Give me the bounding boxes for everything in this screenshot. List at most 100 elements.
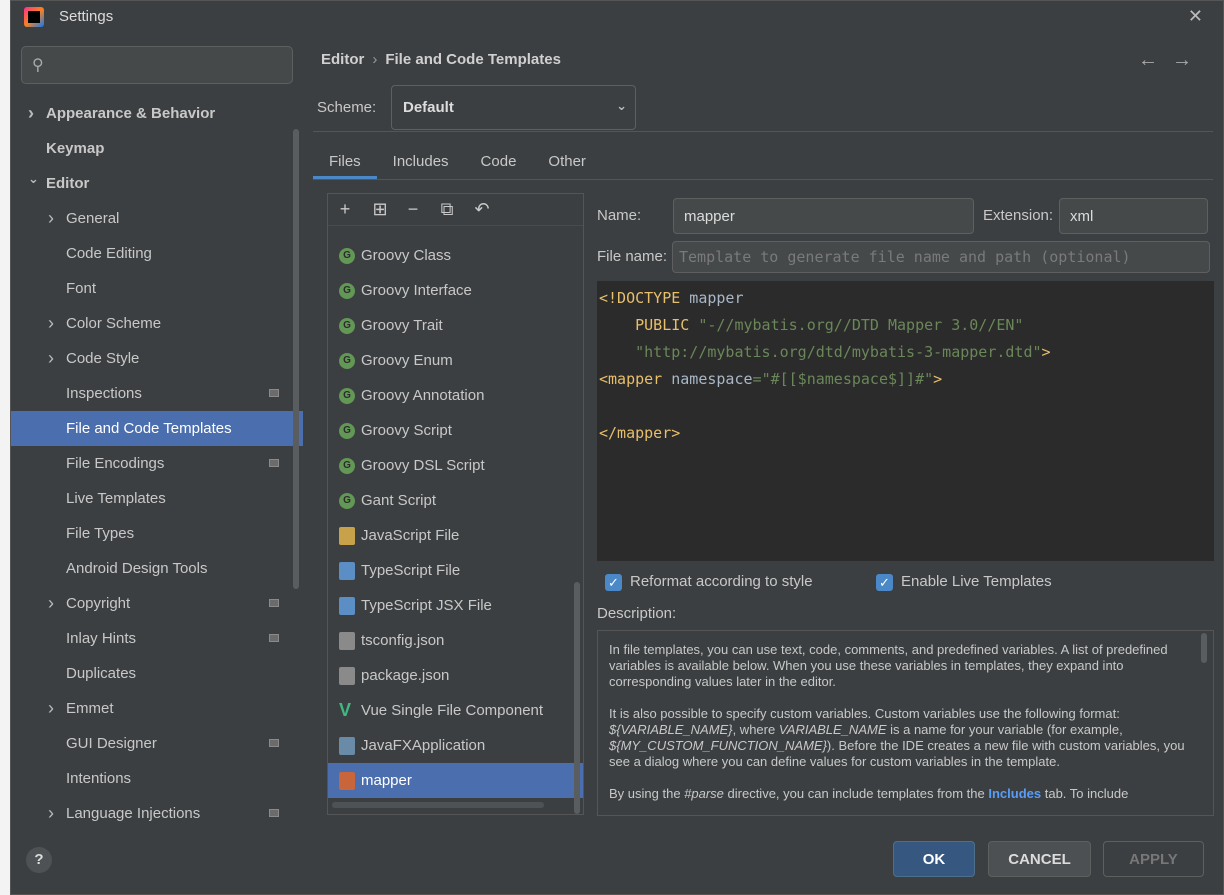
- template-list-item[interactable]: G Groovy Interface: [328, 273, 583, 308]
- template-list-item[interactable]: G Groovy Annotation: [328, 378, 583, 413]
- template-item-label: Groovy Script: [361, 422, 452, 439]
- sidebar-item[interactable]: Code Editing: [11, 236, 303, 271]
- template-list-item[interactable]: G Groovy Trait: [328, 308, 583, 343]
- apply-button[interactable]: APPLY: [1103, 841, 1204, 877]
- close-icon[interactable]: ✕: [1188, 6, 1203, 27]
- chevron-right-icon[interactable]: ›: [48, 201, 60, 236]
- code-token: <mapper: [599, 370, 663, 388]
- sidebar-item[interactable]: › Language Injections: [11, 796, 303, 831]
- chevron-right-icon[interactable]: ›: [48, 691, 60, 726]
- template-list-item[interactable]: TypeScript File: [328, 553, 583, 588]
- tab-code[interactable]: Code: [465, 145, 533, 179]
- remove-icon[interactable]: −: [401, 197, 425, 221]
- sidebar-item[interactable]: Intentions: [11, 761, 303, 796]
- includes-link[interactable]: Includes: [988, 786, 1041, 801]
- code-token: <!DOCTYPE: [599, 289, 681, 307]
- template-list-item[interactable]: G Gant Script: [328, 483, 583, 518]
- sidebar-item[interactable]: ⌄ Editor: [11, 166, 303, 201]
- sidebar-item[interactable]: GUI Designer: [11, 726, 303, 761]
- text: directive, you can include templates fro…: [723, 786, 989, 801]
- chevron-right-icon[interactable]: ›: [28, 96, 40, 131]
- sidebar-item[interactable]: Android Design Tools: [11, 551, 303, 586]
- help-button[interactable]: ?: [26, 847, 52, 873]
- sidebar-item-label: Live Templates: [66, 490, 166, 507]
- chevron-down-icon: ⌄: [616, 98, 627, 113]
- template-list-item[interactable]: mapper: [328, 763, 583, 798]
- extension-label: Extension:: [983, 207, 1054, 224]
- extension-field[interactable]: xml: [1059, 198, 1208, 234]
- sidebar-item[interactable]: › General: [11, 201, 303, 236]
- sidebar-item-label: Font: [66, 280, 97, 297]
- add-icon[interactable]: +: [333, 197, 357, 221]
- tab-includes[interactable]: Includes: [377, 145, 465, 179]
- sidebar-scrollbar[interactable]: [293, 129, 299, 589]
- template-item-label: Groovy Interface: [361, 282, 472, 299]
- template-list-item[interactable]: G Groovy Script: [328, 413, 583, 448]
- template-list-item[interactable]: TypeScript JSX File: [328, 588, 583, 623]
- sidebar-item[interactable]: Inlay Hints: [11, 621, 303, 656]
- sidebar-item[interactable]: Font: [11, 271, 303, 306]
- chevron-right-icon[interactable]: ›: [48, 586, 60, 621]
- tab-other[interactable]: Other: [532, 145, 602, 179]
- template-item-label: Vue Single File Component: [361, 702, 544, 719]
- template-code-editor[interactable]: <!DOCTYPE mapper PUBLIC "-//mybatis.org/…: [597, 281, 1214, 561]
- text: tab. To include: [1041, 786, 1129, 801]
- text: , where: [732, 722, 779, 737]
- breadcrumb-parent[interactable]: Editor: [321, 51, 364, 68]
- sidebar-item[interactable]: File and Code Templates: [11, 411, 303, 446]
- list-horizontal-scrollbar[interactable]: [332, 802, 544, 808]
- back-arrow-icon[interactable]: ←: [1138, 49, 1158, 72]
- chevron-right-icon[interactable]: ›: [48, 306, 60, 341]
- copy-icon[interactable]: ⧉: [435, 197, 459, 221]
- template-list-item[interactable]: package.json: [328, 658, 583, 693]
- forward-arrow-icon[interactable]: →: [1172, 49, 1192, 72]
- description-scrollbar[interactable]: [1201, 633, 1207, 663]
- description-paragraph: In file templates, you can use text, cod…: [609, 642, 1168, 689]
- groovy-icon: G: [339, 353, 355, 369]
- filename-field[interactable]: Template to generate file name and path …: [672, 241, 1210, 273]
- sidebar-item-label: Code Editing: [66, 245, 152, 262]
- sidebar-item-label: Duplicates: [66, 665, 137, 682]
- create-child-icon[interactable]: ⊞: [368, 197, 392, 221]
- sidebar-item[interactable]: Inspections: [11, 376, 303, 411]
- name-field[interactable]: mapper: [673, 198, 974, 234]
- template-list-item[interactable]: G Groovy Enum: [328, 343, 583, 378]
- groovy-icon: G: [339, 423, 355, 439]
- template-list-item[interactable]: V Vue Single File Component: [328, 693, 583, 728]
- template-list-item[interactable]: tsconfig.json: [328, 623, 583, 658]
- sidebar-item-label: File Types: [66, 525, 135, 542]
- template-item-label: TypeScript JSX File: [361, 597, 492, 614]
- template-list-item[interactable]: G Groovy Class: [328, 238, 583, 273]
- sidebar-item[interactable]: Live Templates: [11, 481, 303, 516]
- cancel-button[interactable]: CANCEL: [988, 841, 1091, 877]
- template-item-label: JavaScript File: [361, 527, 460, 544]
- reset-icon[interactable]: ↶: [470, 197, 494, 221]
- chevron-right-icon[interactable]: ›: [48, 341, 60, 376]
- description-label: Description:: [597, 605, 677, 622]
- template-list-item[interactable]: JavaScript File: [328, 518, 583, 553]
- template-list-item[interactable]: JavaFXApplication: [328, 728, 583, 763]
- sidebar-item[interactable]: Keymap: [11, 131, 303, 166]
- reformat-checkbox[interactable]: ✓: [605, 574, 622, 591]
- sidebar-item[interactable]: › Color Scheme: [11, 306, 303, 341]
- ok-button[interactable]: OK: [893, 841, 975, 877]
- sidebar-item[interactable]: File Types: [11, 516, 303, 551]
- sidebar-item[interactable]: › Appearance & Behavior: [11, 96, 303, 131]
- chevron-right-icon[interactable]: ›: [48, 796, 60, 831]
- template-item-label: package.json: [361, 667, 450, 684]
- sidebar-item[interactable]: Duplicates: [11, 656, 303, 691]
- groovy-icon: G: [339, 388, 355, 404]
- chevron-down-icon[interactable]: ⌄: [28, 161, 40, 196]
- groovy-icon: G: [339, 458, 355, 474]
- tab-files[interactable]: Files: [313, 145, 377, 179]
- list-scrollbar[interactable]: [574, 582, 580, 814]
- sidebar-item[interactable]: › Copyright: [11, 586, 303, 621]
- sidebar-item[interactable]: File Encodings: [11, 446, 303, 481]
- sidebar-item[interactable]: › Code Style: [11, 341, 303, 376]
- search-input[interactable]: ⚲: [21, 46, 293, 84]
- scheme-dropdown[interactable]: Default ⌄: [391, 85, 636, 130]
- sidebar-item[interactable]: › Emmet: [11, 691, 303, 726]
- live-templates-checkbox[interactable]: ✓: [876, 574, 893, 591]
- intellij-logo-icon: [24, 7, 44, 27]
- template-list-item[interactable]: G Groovy DSL Script: [328, 448, 583, 483]
